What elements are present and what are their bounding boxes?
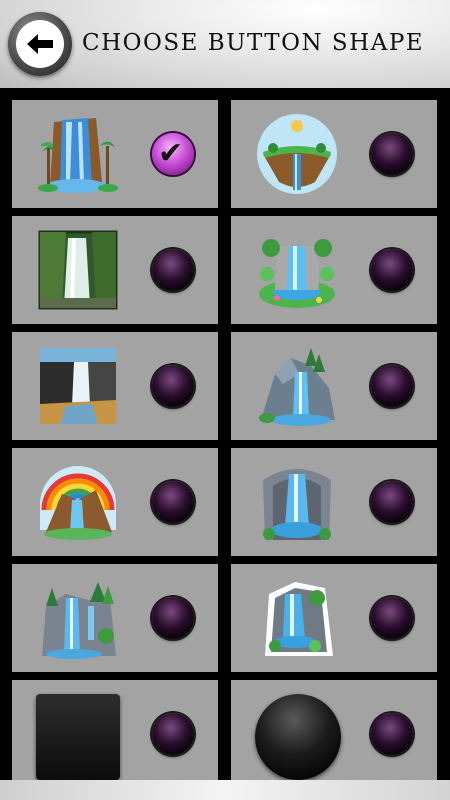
page-title: CHOOSE BUTTON SHAPE — [82, 30, 425, 56]
option-tile[interactable] — [12, 216, 218, 324]
option-tile[interactable]: ✔ — [12, 100, 218, 208]
option-radio[interactable] — [152, 365, 194, 407]
option-radio[interactable] — [371, 597, 413, 639]
back-arrow-icon — [16, 20, 64, 68]
option-radio[interactable] — [371, 365, 413, 407]
option-radio[interactable] — [152, 713, 194, 755]
rainbow-waterfall-icon — [40, 466, 116, 540]
cartoon-waterfall-pool-icon — [259, 239, 335, 308]
option-tile[interactable] — [231, 100, 437, 208]
floating-island-waterfall-icon — [257, 114, 337, 194]
forest-cliff-waterfall-icon — [42, 582, 116, 659]
option-radio[interactable] — [371, 133, 413, 175]
option-radio[interactable] — [152, 481, 194, 523]
option-radio[interactable] — [371, 481, 413, 523]
option-radio[interactable] — [152, 249, 194, 291]
option-radio[interactable] — [371, 713, 413, 755]
option-tile[interactable] — [12, 448, 218, 556]
option-tile[interactable] — [231, 680, 437, 788]
option-radio[interactable]: ✔ — [152, 133, 194, 175]
option-tile[interactable] — [231, 564, 437, 672]
option-tile[interactable] — [231, 448, 437, 556]
jungle-waterfall-photo-icon — [38, 230, 118, 310]
option-tile[interactable] — [12, 680, 218, 788]
grotto-waterfall-icon — [263, 469, 331, 540]
waterfall-cliff-palms-icon — [38, 118, 118, 193]
header-bar: CHOOSE BUTTON SHAPE — [0, 0, 450, 88]
option-tile[interactable] — [231, 216, 437, 324]
square-shape-icon — [36, 694, 120, 780]
option-tile[interactable] — [12, 564, 218, 672]
footer-bar — [0, 780, 450, 800]
circle-shape-icon — [255, 694, 341, 780]
back-button[interactable] — [8, 12, 72, 76]
canyon-waterfall-photo-icon — [40, 348, 116, 424]
shape-grid: ✔ — [0, 88, 450, 788]
option-tile[interactable] — [231, 332, 437, 440]
option-radio[interactable] — [371, 249, 413, 291]
sticker-waterfall-icon — [265, 582, 333, 656]
option-radio[interactable] — [152, 597, 194, 639]
rocky-mountain-waterfall-icon — [259, 348, 335, 426]
option-tile[interactable] — [12, 332, 218, 440]
checkmark-icon: ✔ — [158, 136, 184, 171]
